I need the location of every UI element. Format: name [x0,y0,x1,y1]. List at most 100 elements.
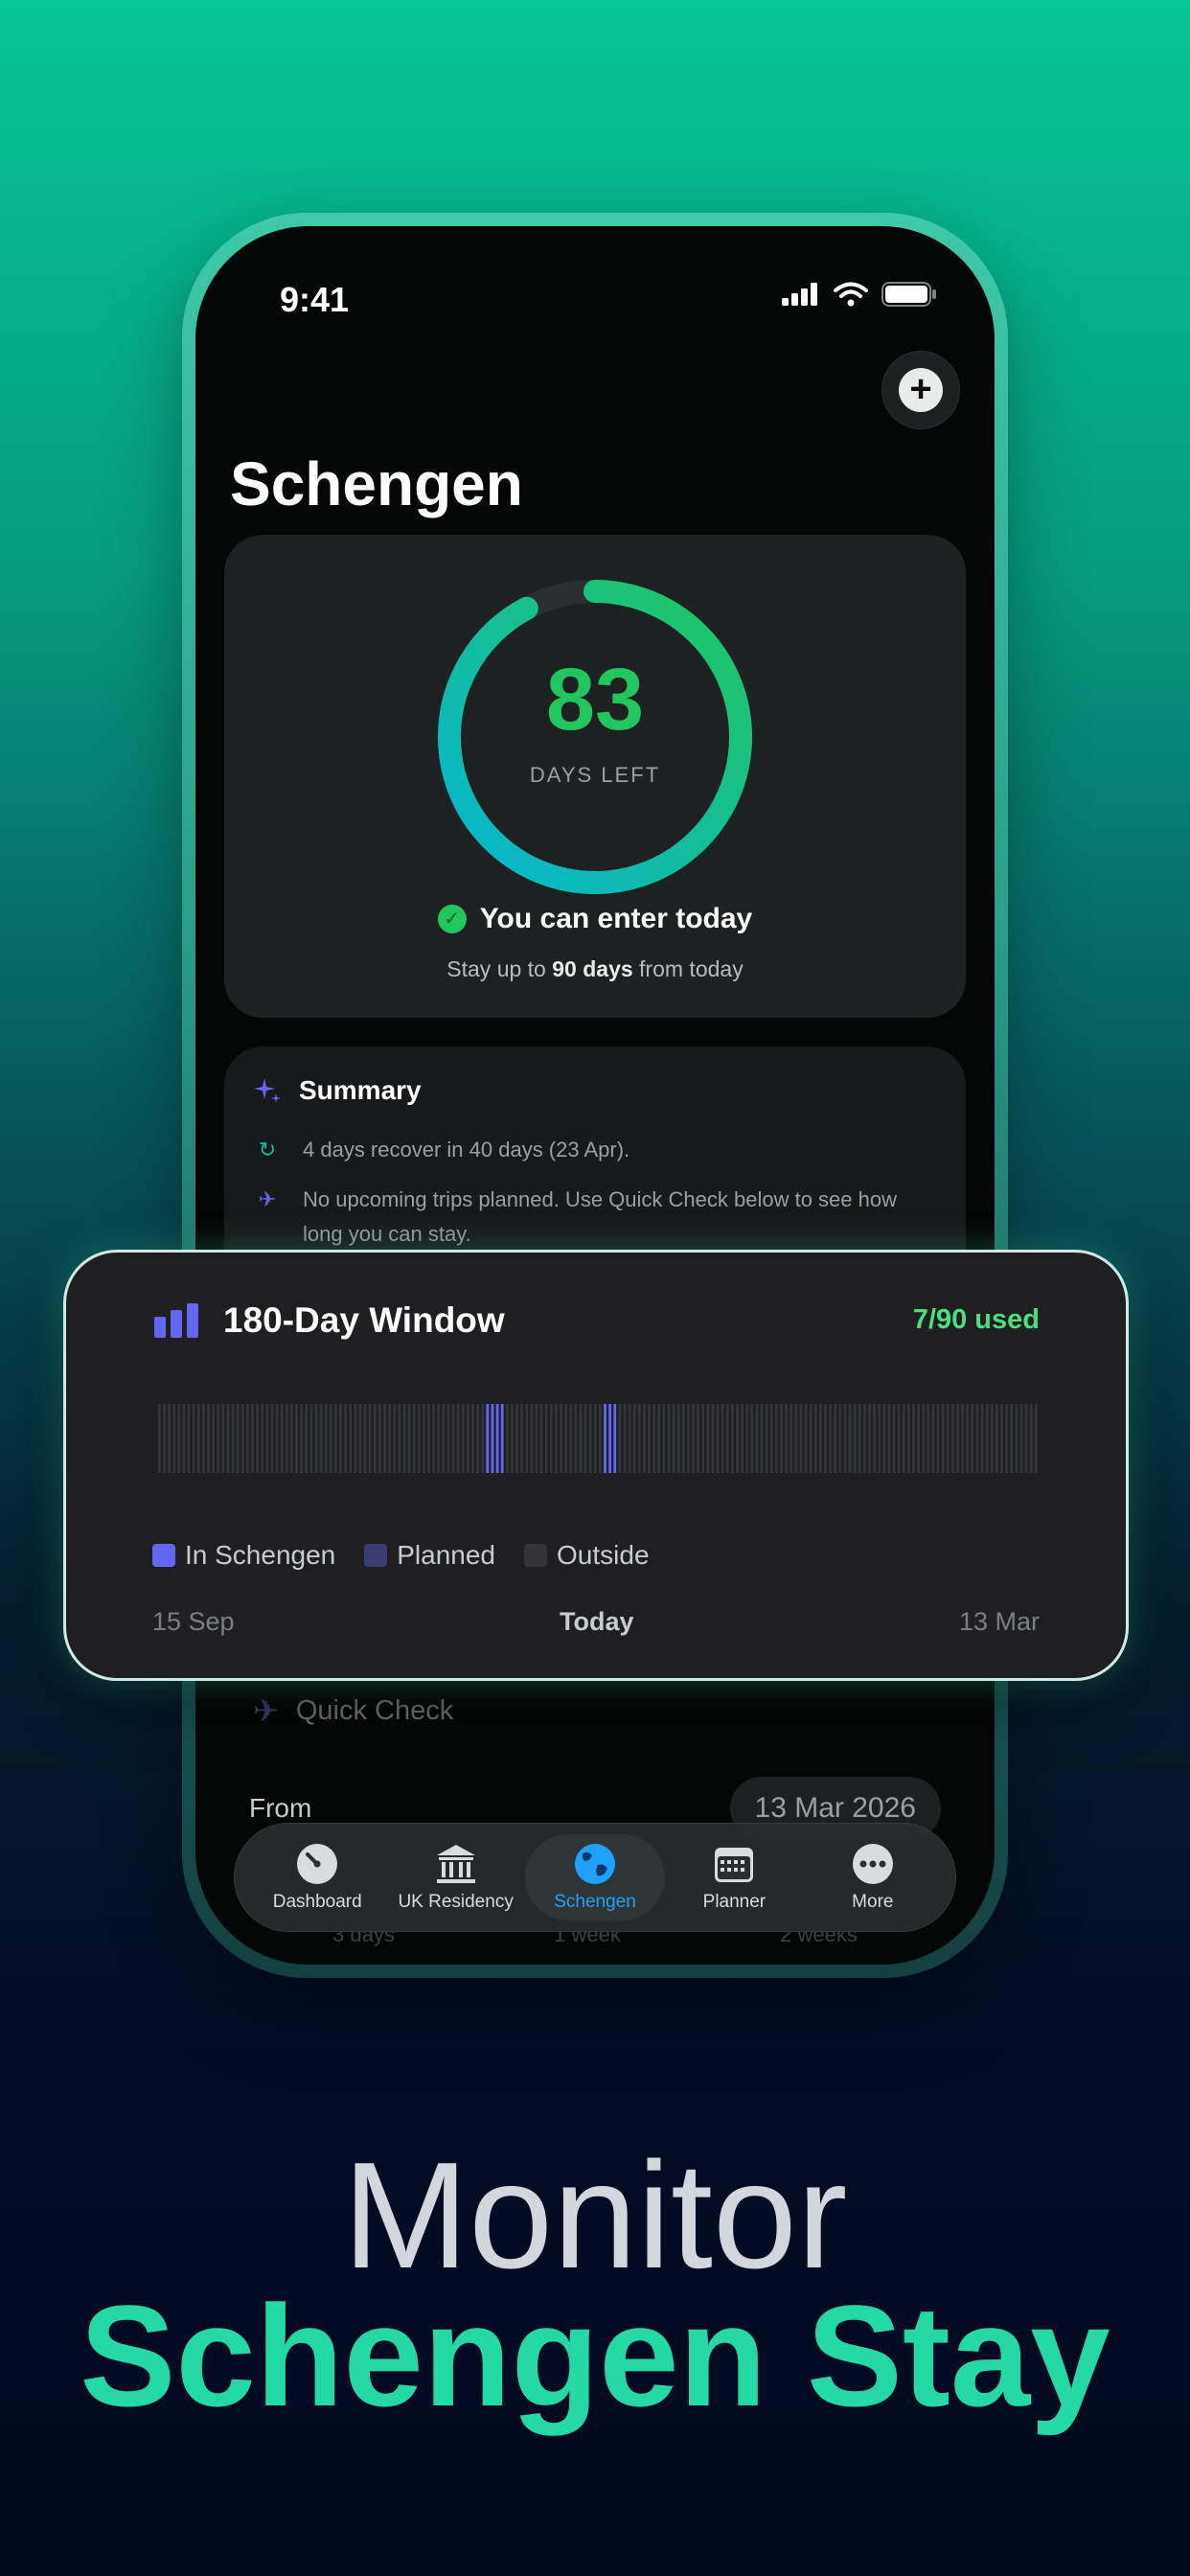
stay-limit-text: Stay up to 90 days from today [224,956,966,982]
day-bar-outside [873,1404,877,1473]
stay-days: 90 days [552,956,633,981]
day-bar-outside [922,1404,926,1473]
day-bar-outside [941,1404,945,1473]
day-bar-outside [305,1404,309,1473]
tab-dashboard[interactable]: Dashboard [248,1842,386,1913]
day-bar-outside [843,1404,847,1473]
cellular-signal-icon [782,283,817,306]
day-bar-outside [530,1404,534,1473]
day-bar-outside [755,1404,759,1473]
summary-title: Summary [299,1075,422,1105]
day-bar-outside [813,1404,817,1473]
day-bar-outside [790,1404,793,1473]
airplane-icon: ✈ [258,1187,277,1211]
day-bar-outside [931,1404,935,1473]
day-bar-outside [966,1404,970,1473]
day-bar-outside [990,1404,994,1473]
day-bar-outside [511,1404,514,1473]
legend-label: In Schengen [185,1540,336,1570]
day-bar-outside [398,1404,401,1473]
axis-end-date: 13 Mar [958,1607,1040,1636]
day-bar-outside [270,1404,274,1473]
summary-trips-text: No upcoming trips planned. Use Quick Che… [303,1187,897,1246]
day-bar-in-schengen [604,1404,606,1473]
day-bar-outside [285,1404,288,1473]
window-title: 180-Day Window [223,1300,505,1340]
day-bar-outside [760,1404,764,1473]
day-bar-outside [887,1404,891,1473]
day-bar-outside [824,1404,827,1473]
airplane-departure-icon: ✈ [253,1693,279,1728]
day-bar-outside [863,1404,866,1473]
day-bar-outside [423,1404,425,1473]
day-bar-outside [339,1404,342,1473]
days-left-value: 83 [545,651,645,748]
day-bar-in-schengen [486,1404,490,1473]
day-bar-outside [295,1404,298,1473]
day-bar-in-schengen [491,1404,494,1473]
tab-more[interactable]: More [804,1842,942,1913]
day-bar-outside [309,1404,313,1473]
day-bar-outside [618,1404,622,1473]
summary-recovery-line: ↻ 4 days recover in 40 days (23 Apr). [253,1133,927,1167]
day-bar-outside [834,1404,837,1473]
day-bar-outside [451,1404,455,1473]
day-bar-outside [848,1404,852,1473]
tab-planner[interactable]: Planner [665,1842,803,1913]
day-bar-outside [676,1404,680,1473]
day-bar-outside [520,1404,524,1473]
day-bar-outside [373,1404,377,1473]
day-bar-outside [736,1404,739,1473]
day-bar-outside [363,1404,367,1473]
day-bar-outside [799,1404,803,1473]
day-bar-outside [975,1404,979,1473]
add-trip-button[interactable]: + [881,351,960,429]
day-bar-outside [809,1404,812,1473]
day-bar-outside [290,1404,293,1473]
day-bar-outside [221,1404,225,1473]
day-bar-outside [579,1404,583,1473]
day-bar-outside [794,1404,798,1473]
day-bar-outside [902,1404,905,1473]
day-bar-outside [564,1404,568,1473]
day-bar-outside [481,1404,485,1473]
day-bar-outside [349,1404,353,1473]
day-bar-outside [780,1404,783,1473]
day-bar-outside [1015,1404,1018,1473]
day-bar-outside [657,1404,661,1473]
day-bar-outside [427,1404,430,1473]
day-bar-outside [936,1404,940,1473]
day-bar-outside [697,1404,700,1473]
day-bar-outside [853,1404,857,1473]
day-bar-outside [182,1404,186,1473]
refresh-icon: ↻ [258,1138,277,1162]
day-bar-outside [461,1404,465,1473]
legend-in-schengen: In Schengen [152,1540,335,1571]
day-bar-outside [912,1404,915,1473]
day-bar-outside [1024,1404,1028,1473]
day-bar-outside [897,1404,901,1473]
day-bar-outside [217,1404,220,1473]
day-bar-outside [632,1404,636,1473]
day-bar-outside [652,1404,656,1473]
day-bar-outside [574,1404,578,1473]
day-bar-outside [681,1404,685,1473]
day-bar-outside [1010,1404,1014,1473]
day-bar-outside [177,1404,181,1473]
day-bar-outside [588,1404,592,1473]
day-bar-outside [1034,1404,1038,1473]
tab-uk-residency[interactable]: UK Residency [386,1842,524,1913]
tab-schengen[interactable]: Schengen [524,1834,666,1920]
day-bar-outside [623,1404,627,1473]
day-bar-outside [535,1404,538,1473]
day-bar-outside [515,1404,518,1473]
day-bar-outside [505,1404,509,1473]
day-bar-outside [261,1404,264,1473]
axis-start-date: 15 Sep [152,1607,235,1636]
day-bar-outside [765,1404,768,1473]
plus-icon: + [899,368,943,412]
day-bar-outside [393,1404,397,1473]
legend-swatch [524,1544,548,1567]
day-bar-outside [265,1404,269,1473]
window-header: 180-Day Window [154,1300,505,1341]
